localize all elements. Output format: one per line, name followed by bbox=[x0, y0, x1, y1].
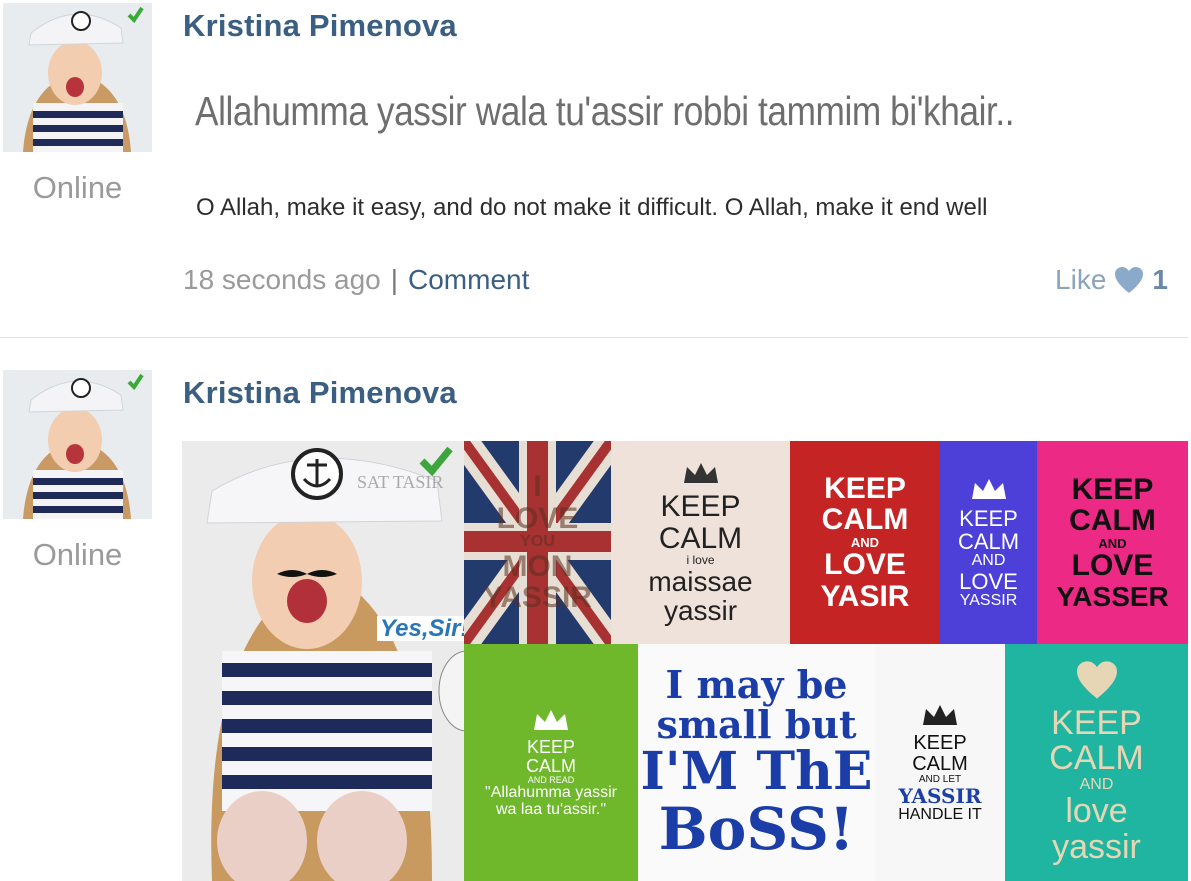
girl-sailor-image: SAT TASIR Yes,Sir! bbox=[182, 441, 464, 881]
tile-line: I'M ThE bbox=[640, 740, 873, 802]
tile-line: CALM bbox=[1069, 504, 1156, 538]
keep-calm-tile: KEEP CALM AND READ "Allahumma yassir wa … bbox=[464, 644, 638, 881]
tile-line: CALM bbox=[658, 521, 743, 555]
tile-line: CALM bbox=[1049, 739, 1144, 778]
online-status: Online bbox=[32, 537, 123, 572]
avatar[interactable] bbox=[3, 3, 152, 152]
tile-line: yassir bbox=[1052, 827, 1141, 866]
tile-line: maissae bbox=[648, 565, 753, 597]
tile-line: CALM bbox=[957, 529, 1020, 555]
heart-icon bbox=[1115, 267, 1144, 293]
tile-line: love bbox=[1065, 791, 1128, 830]
like-button[interactable]: Like 1 bbox=[1055, 264, 1168, 296]
keep-calm-tile: KEEP CALM AND LOVE YASSER bbox=[1037, 441, 1188, 644]
crown-icon bbox=[971, 479, 1006, 500]
tile-line: KEEP bbox=[526, 737, 576, 758]
tile-line: YASSIR bbox=[959, 592, 1018, 610]
tile-line: MON bbox=[502, 549, 573, 583]
tile-line: I may be bbox=[665, 661, 848, 707]
tile-line: KEEP bbox=[1051, 703, 1142, 742]
tile-line: AND bbox=[971, 552, 1006, 570]
tile-line: CALM bbox=[525, 755, 576, 776]
crown-icon bbox=[534, 710, 568, 731]
tile-line: KEEP bbox=[824, 471, 906, 505]
tile-line: BoSS! bbox=[658, 795, 855, 864]
keep-calm-tile: KEEP CALM i love maissae yassir bbox=[611, 441, 790, 644]
avatar-image bbox=[3, 3, 152, 152]
like-label: Like bbox=[1055, 264, 1107, 295]
tile-line: AND bbox=[1098, 535, 1127, 551]
hat-text: SAT TASIR bbox=[357, 472, 444, 492]
keep-calm-tile: KEEP CALM AND LOVE YASSIR bbox=[940, 441, 1037, 644]
comment-link[interactable]: Comment bbox=[408, 264, 529, 295]
timestamp: 18 seconds ago bbox=[183, 264, 381, 295]
tile-line: LOVE bbox=[496, 501, 579, 535]
keep-calm-tile: I may be small but I'M ThE BoSS! bbox=[638, 644, 875, 881]
heart-icon bbox=[1076, 661, 1117, 699]
tile-line: small but bbox=[656, 701, 857, 747]
tile-line: LOVE bbox=[959, 569, 1018, 595]
keep-calm-tile: KEEP CALM AND LOVE YASIR bbox=[790, 441, 940, 644]
tile-line: YOU bbox=[520, 533, 555, 551]
author-name[interactable]: Kristina Pimenova bbox=[183, 375, 457, 411]
like-count: 1 bbox=[1152, 264, 1168, 295]
tile-line: I bbox=[533, 470, 542, 504]
crown-icon bbox=[683, 463, 718, 484]
author-name[interactable]: Kristina Pimenova bbox=[183, 8, 457, 44]
tile-line: KEEP bbox=[1071, 472, 1154, 506]
keep-calm-tile: KEEP CALM AND LET YASSIR HANDLE IT bbox=[875, 644, 1005, 881]
yes-sir-label: Yes,Sir! bbox=[377, 616, 464, 641]
tile-line: "Allahumma yassir bbox=[485, 784, 617, 802]
tile-line: KEEP bbox=[913, 732, 967, 755]
crown-icon bbox=[923, 705, 957, 726]
avatar-image bbox=[3, 370, 152, 519]
tile-line: YASSIR bbox=[898, 783, 982, 808]
tile-line: YASIR bbox=[820, 579, 910, 613]
avatar[interactable] bbox=[3, 370, 152, 519]
tile-line: KEEP bbox=[660, 490, 741, 524]
tile-line: wa laa tu'assir." bbox=[495, 801, 607, 819]
tile-line: yassir bbox=[663, 595, 738, 627]
tile-line: CALM bbox=[821, 503, 909, 537]
post-divider bbox=[0, 337, 1188, 338]
keep-calm-tile: KEEP CALM AND love yassir bbox=[1005, 644, 1188, 881]
meta-separator: | bbox=[390, 264, 398, 295]
tile-line: HANDLE IT bbox=[898, 805, 982, 823]
post-photo[interactable]: SAT TASIR Yes,Sir! I LOVE YOU MON YASSIR bbox=[182, 441, 1188, 881]
post-translation: O Allah, make it easy, and do not make i… bbox=[196, 194, 988, 221]
tile-line: CALM bbox=[912, 753, 968, 776]
post-quote: Allahumma yassir wala tu'assir robbi tam… bbox=[195, 88, 1015, 134]
online-status: Online bbox=[32, 170, 123, 205]
tile-line: KEEP bbox=[959, 506, 1018, 532]
girl-illustration bbox=[182, 441, 464, 881]
tile-line: LOVE bbox=[1071, 549, 1154, 583]
tile-line: AND bbox=[850, 534, 880, 550]
tile-line: YASSER bbox=[1056, 580, 1169, 612]
keep-calm-tile: I LOVE YOU MON YASSIR bbox=[464, 441, 611, 644]
post-meta: 18 seconds ago | Comment bbox=[183, 264, 529, 296]
tile-line: YASSIR bbox=[483, 581, 592, 615]
tile-line: LOVE bbox=[824, 548, 906, 582]
